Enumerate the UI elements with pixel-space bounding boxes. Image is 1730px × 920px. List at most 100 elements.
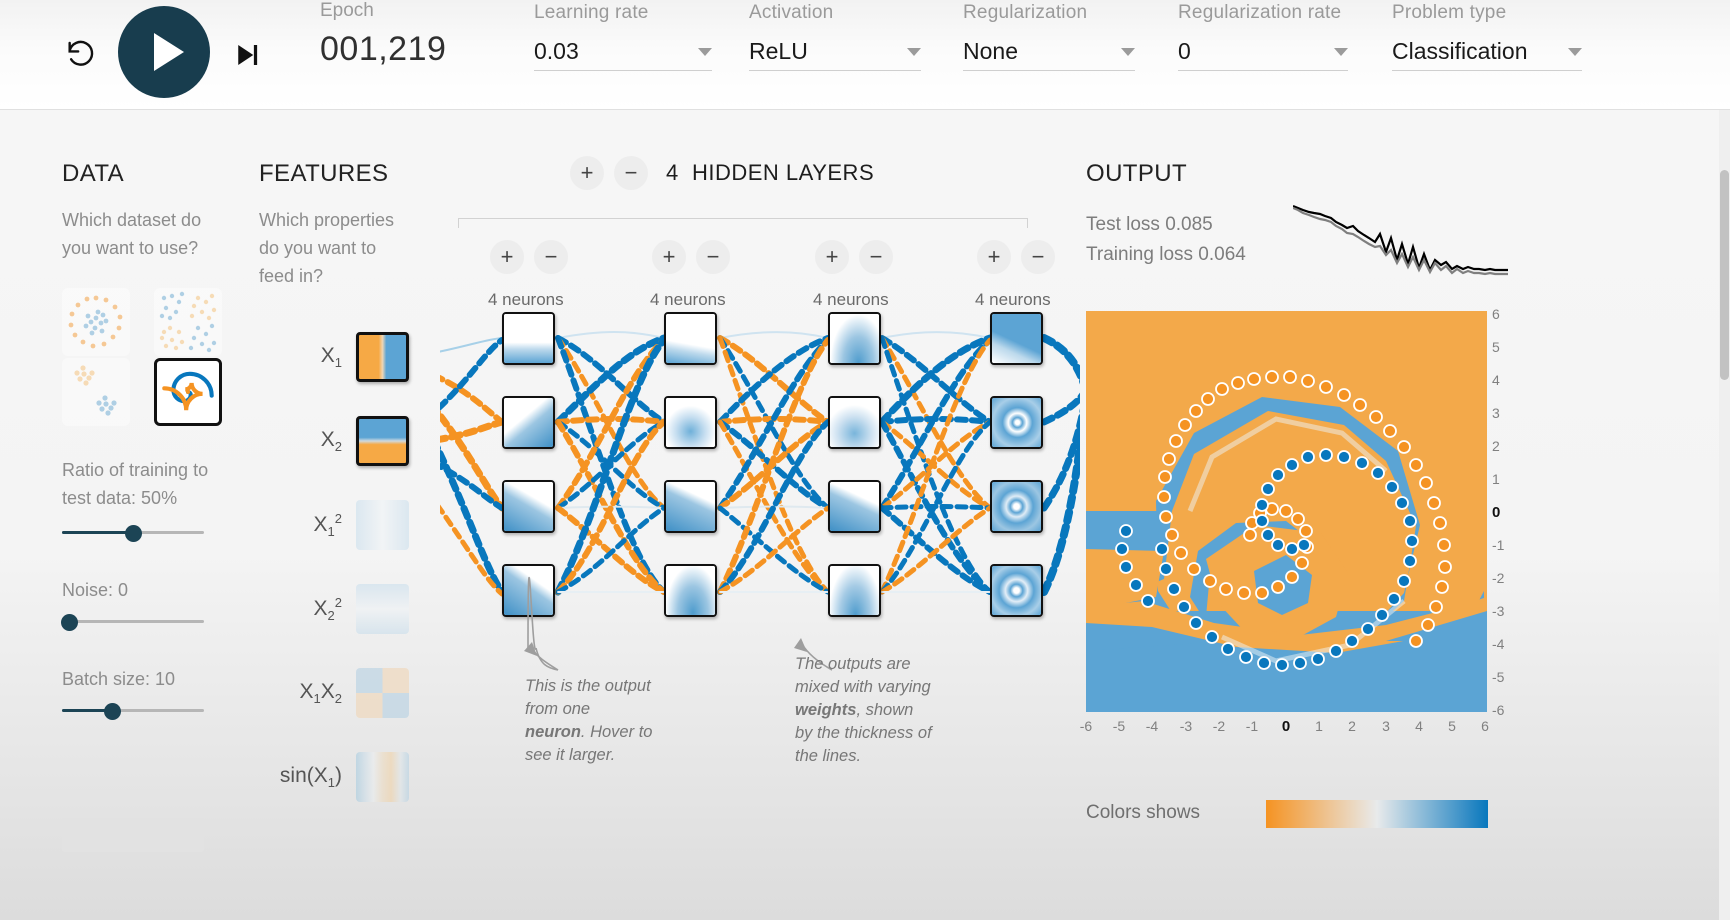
ratio-label: Ratio of training to test data: 50% (62, 460, 209, 508)
chevron-down-icon (1121, 47, 1135, 56)
epoch-display: Epoch 001,219 (320, 0, 446, 69)
ratio-slider-fill (62, 531, 133, 534)
neuron-l1-n1[interactable] (502, 312, 555, 365)
dataset-circle[interactable] (62, 288, 130, 356)
play-button[interactable] (118, 6, 210, 98)
dataset-spiral[interactable] (154, 358, 222, 426)
regularization-control: Regularization None (963, 0, 1135, 110)
neuron-note-text: This is the output from one neuron. Hove… (525, 677, 653, 764)
chevron-down-icon (907, 47, 921, 56)
neuron-l1-n3[interactable] (502, 480, 555, 533)
heatmap-y-axis: 6 5 4 3 2 1 0 -1 -2 -3 -4 -5 -6 (1492, 300, 1522, 720)
heatmap-svg (1086, 311, 1487, 712)
neuron-l4-n2[interactable] (990, 396, 1043, 449)
neuron-l1-n2[interactable] (502, 396, 555, 449)
regularization-rate-select[interactable]: 0 (1178, 38, 1348, 71)
neuron-l1-n4[interactable] (502, 564, 555, 617)
x-tick-m6: -6 (1079, 718, 1093, 734)
neuron-l3-n1[interactable] (828, 312, 881, 365)
y-tick-3: 3 (1492, 405, 1500, 421)
data-heading: DATA (62, 160, 125, 187)
y-tick-5: 5 (1492, 339, 1500, 355)
epoch-value: 001,219 (320, 30, 447, 68)
step-forward-icon[interactable] (226, 34, 268, 76)
feature-x1[interactable]: X1 (259, 332, 409, 382)
noise-slider-knob[interactable] (61, 614, 78, 631)
neuron-l4-n1[interactable] (990, 312, 1043, 365)
training-loss: Training loss 0.064 (1086, 244, 1246, 265)
y-tick-m1: -1 (1492, 537, 1505, 553)
feature-x1-thumbnail (356, 332, 409, 382)
feature-x1-squared[interactable]: X12 (259, 500, 409, 550)
neuron-l3-n3[interactable] (828, 480, 881, 533)
x-tick-m1: -1 (1245, 718, 1259, 734)
y-tick-m4: -4 (1492, 636, 1505, 652)
weights-note-text: The outputs are mixed with varying weigh… (795, 655, 932, 765)
neuron-l2-n1[interactable] (664, 312, 717, 365)
y-tick-4: 4 (1492, 372, 1500, 388)
heatmap-x-axis: 0 -6 -5 -4 -3 -2 -1 1 2 3 4 5 6 (1080, 718, 1489, 740)
test-loss: Test loss 0.085 (1086, 214, 1213, 235)
ratio-slider-knob[interactable] (125, 525, 142, 542)
regularization-select[interactable]: None (963, 38, 1135, 71)
feature-x2[interactable]: X2 (259, 416, 409, 466)
neuron-l3-n2[interactable] (828, 396, 881, 449)
activation-control: Activation ReLU (749, 0, 921, 110)
page-scrollbar[interactable] (1719, 110, 1730, 920)
colors-shows-label: Colors shows (1086, 802, 1201, 823)
batch-size-label: Batch size: 10 (62, 669, 176, 689)
dataset-exclusive-or[interactable] (154, 288, 222, 356)
feature-x2-thumbnail (356, 416, 409, 466)
y-tick-m5: -5 (1492, 669, 1505, 685)
dataset-gaussian[interactable] (62, 358, 130, 426)
batch-size-slider[interactable] (62, 698, 204, 724)
y-tick-2: 2 (1492, 438, 1500, 454)
feature-x1x2[interactable]: X1X2 (259, 668, 409, 718)
problem-type-control: Problem type Classification (1392, 0, 1582, 110)
learning-rate-label: Learning rate (534, 2, 649, 23)
dataset-question: Which dataset do you want to use? (62, 210, 202, 258)
neuron-l3-n4[interactable] (828, 564, 881, 617)
feature-x1x2-label: X1X2 (299, 679, 343, 707)
page-scrollbar-thumb[interactable] (1720, 170, 1729, 380)
feature-sin-x1-thumbnail (356, 752, 409, 802)
y-tick-m6: -6 (1492, 702, 1505, 718)
noise-label: Noise: 0 (62, 580, 129, 600)
feature-x2-label: X2 (320, 427, 342, 455)
neuron-l4-n4[interactable] (990, 564, 1043, 617)
color-scale-bar (1266, 800, 1488, 828)
ratio-slider[interactable] (62, 520, 204, 546)
neuron-l2-n2[interactable] (664, 396, 717, 449)
y-tick-m3: -3 (1492, 603, 1505, 619)
features-question: Which properties do you want to feed in? (259, 210, 395, 286)
regularization-rate-control: Regularization rate 0 (1178, 0, 1348, 110)
neuron-l2-n3[interactable] (664, 480, 717, 533)
features-heading: FEATURES (259, 160, 389, 187)
feature-x2-squared-thumbnail (356, 584, 409, 634)
learning-rate-value: 0.03 (534, 38, 579, 64)
chevron-down-icon (1568, 47, 1582, 56)
regularization-rate-value: 0 (1178, 38, 1191, 64)
batch-size-slider-knob[interactable] (104, 703, 121, 720)
y-tick-0: 0 (1492, 504, 1501, 521)
reset-icon[interactable] (60, 34, 102, 76)
neuron-l4-n3[interactable] (990, 480, 1043, 533)
activation-value: ReLU (749, 38, 808, 64)
feature-sin-x1[interactable]: sin(X1) (259, 752, 409, 802)
activation-select[interactable]: ReLU (749, 38, 921, 71)
output-heatmap[interactable] (1086, 311, 1487, 712)
neuron-note: This is the output from one neuron. Hove… (525, 675, 655, 767)
y-tick-6: 6 (1492, 306, 1500, 322)
chevron-down-icon (1334, 47, 1348, 56)
regenerate-button[interactable] (62, 818, 204, 852)
problem-type-select[interactable]: Classification (1392, 38, 1582, 71)
feature-x2-squared[interactable]: X22 (259, 584, 409, 634)
output-heading: OUTPUT (1086, 160, 1188, 187)
regularization-value: None (963, 38, 1018, 64)
learning-rate-control: Learning rate 0.03 (534, 0, 712, 110)
noise-slider[interactable] (61, 609, 204, 635)
loss-chart-training-line (1293, 206, 1508, 276)
learning-rate-select[interactable]: 0.03 (534, 38, 712, 71)
neuron-l2-n4[interactable] (664, 564, 717, 617)
loss-chart-test-line (1293, 204, 1508, 273)
